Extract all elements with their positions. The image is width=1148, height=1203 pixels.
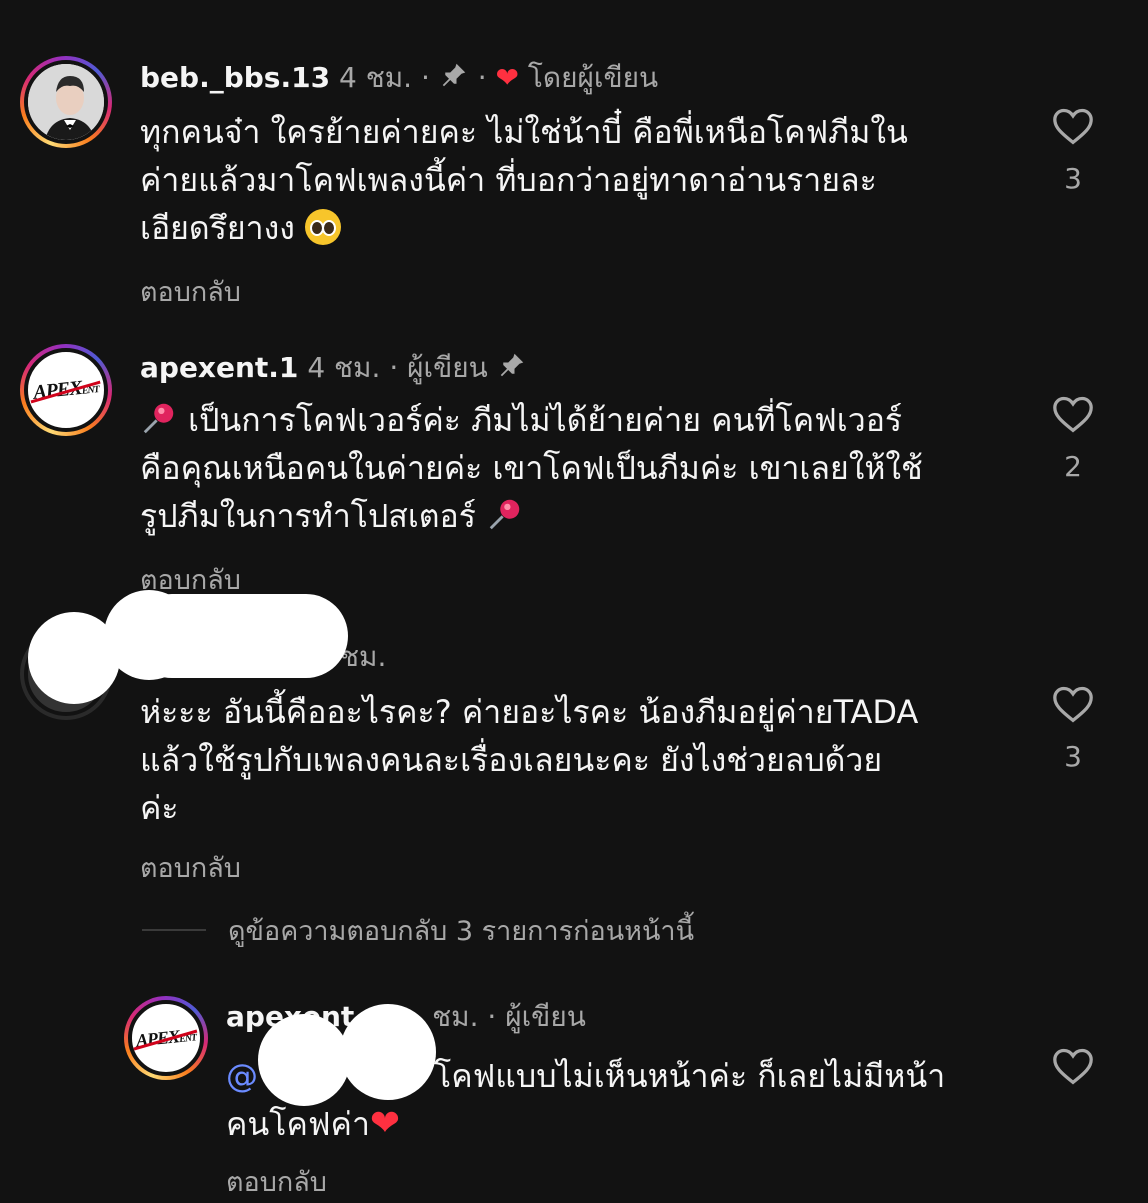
comment-text-line: เป็นการโคฟเวอร์ค่ะ ภีมไม่ได้ย้ายค่าย คนท… [140,396,1020,444]
pleading-face-icon [305,209,342,245]
red-heart-emoji-icon: ❤ [369,1103,401,1144]
like-control: 3 [1051,106,1095,195]
timestamp: 4 ชม. [338,61,413,94]
comment-text-fragment: โคฟแบบไม่เห็นหน้าค่ะ ก็เลยไม่มีหน้า [434,1057,946,1095]
avatar[interactable] [20,56,112,148]
like-count: 3 [1064,162,1082,195]
comment-text: ห่ะะะ อันนี้คืออะไรคะ? ค่ายอะไรคะ น้องภี… [140,688,1020,832]
like-count: 3 [1064,740,1082,773]
comment-text: เป็นการโคฟเวอร์ค่ะ ภีมไม่ได้ย้ายค่าย คนท… [140,396,1020,540]
separator: · [487,1000,497,1033]
timestamp: ชม. [432,1000,479,1033]
comment-text-line: เอียดรึยางง [140,204,1020,252]
comment-text-fragment: รูปภีมในการทำโปสเตอร์ [140,497,476,535]
reply-button[interactable]: ตอบกลับ [140,846,241,889]
author-label: ผู้เขียน [505,1000,586,1033]
person-silhouette-icon [28,64,104,140]
heart-outline-icon[interactable] [1051,394,1095,434]
heart-outline-icon[interactable] [1051,1046,1095,1086]
mention-link[interactable]: @ [226,1057,258,1095]
pushpin-emoji-icon [486,497,524,535]
author-label: ผู้เขียน [407,351,488,384]
apex-logo-avatar: APEXENT [128,1000,204,1076]
redaction-mark [258,1014,350,1106]
view-previous-replies-button[interactable]: ดูข้อความตอบกลับ 3 รายการก่อนหน้านี้ [142,910,694,950]
reply-button[interactable]: ตอบกลับ [226,1160,327,1203]
username[interactable]: apexent.1 [140,351,298,384]
timestamp: 4 ชม. [307,351,381,384]
like-control [1051,1046,1095,1086]
redaction-mark [340,1004,436,1100]
user-photo [24,60,108,144]
avatar[interactable]: APEXENT [124,996,208,1080]
separator: · [420,61,430,94]
comment-header: apexent.1 4 ชม. · ผู้เขียน [140,350,527,388]
reply-button[interactable]: ตอบกลับ [140,270,241,313]
comment-text-line: ค่ายแล้วมาโคฟเพลงนี้ค่า ที่บอกว่าอยู่ทาด… [140,161,877,199]
separator: · [389,351,399,384]
by-author-label: โดยผู้เขียน [527,61,659,94]
divider-line [142,929,206,931]
comment-text-line: ค่ะ [140,789,179,827]
avatar[interactable]: APEXENT [20,344,112,436]
heart-outline-icon[interactable] [1051,106,1095,146]
author-liked-heart-icon: ❤ [495,61,519,94]
view-previous-replies-label: ดูข้อความตอบกลับ 3 รายการก่อนหน้านี้ [228,915,695,947]
comment-text-fragment: เอียดรึยางง [140,209,295,247]
pushpin-emoji-icon [140,401,188,439]
heart-outline-icon[interactable] [1051,684,1095,724]
comment-text-line: คนโคฟค่า❤ [226,1100,1046,1148]
comment-text-line: แล้วใช้รูปกับเพลงคนละเรื่องเลยนะคะ ยังไง… [140,741,883,779]
pin-icon [497,350,527,388]
like-control: 2 [1051,394,1095,483]
apex-logo-icon: APEXENT [30,376,101,404]
like-control: 3 [1051,684,1095,773]
apex-logo-avatar: APEXENT [24,348,108,432]
comment-text: ทุกคนจ๋า ใครย้ายค่ายคะ ไม่ใช่น้าบี๋ คือพ… [140,108,1020,252]
redaction-mark [130,594,348,678]
comment-text-fragment: เป็นการโคฟเวอร์ค่ะ ภีมไม่ได้ย้ายค่าย คนท… [188,401,903,439]
apex-logo-icon: APEXENT [133,1024,198,1051]
username[interactable]: beb._bbs.13 [140,61,330,94]
comment-text-line: รูปภีมในการทำโปสเตอร์ [140,492,1020,540]
comment-text-fragment: คนโคฟค่า [226,1105,370,1143]
comment-text-line: ห่ะะะ อันนี้คืออะไรคะ? ค่ายอะไรคะ น้องภี… [140,693,919,731]
comment-text-line: ทุกคนจ๋า ใครย้ายค่ายคะ ไม่ใช่น้าบี๋ คือพ… [140,113,908,151]
comment-text-line: คือคุณเหนือคนในค่ายค่ะ เขาโคฟเป็นภีมค่ะ … [140,449,923,487]
comment-header: beb._bbs.13 4 ชม. · · ❤ โดยผู้เขียน [140,60,658,98]
separator: · [477,61,487,94]
pin-icon [439,60,469,98]
like-count: 2 [1064,450,1082,483]
